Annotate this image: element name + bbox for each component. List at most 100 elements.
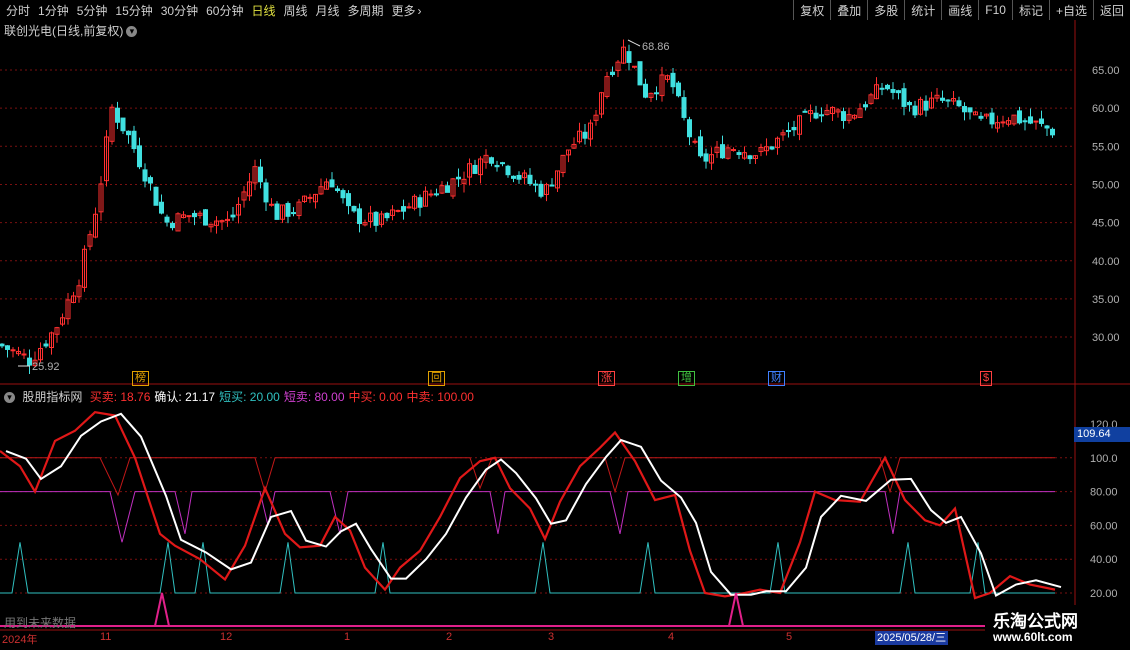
candle-body [489,157,494,164]
candle-body [962,106,967,113]
candle-body [329,179,335,188]
candle-body [120,117,126,132]
candle-body [802,110,808,113]
indicator-values: 买卖: 18.76 确认: 21.17 短买: 20.00 短卖: 80.00 中买: … [90,390,478,404]
event-marker[interactable]: 涨 [598,371,615,386]
candle-body [912,105,918,116]
price-tick-label: 45.00 [1092,218,1120,230]
candle-body [230,214,236,218]
candle-body [654,92,659,95]
candle-body [890,89,896,93]
candle-body [769,146,775,150]
watermark: 乐淘公式网 www.60lt.com [985,605,1130,650]
chevron-down-icon[interactable]: ▾ [4,392,15,404]
candle-body [137,145,142,168]
candle-body [1000,121,1006,124]
high-price-label: 68.86 [642,41,670,53]
candle-body [351,205,357,212]
candle-body [841,111,846,122]
price-tick-label: 55.00 [1092,141,1120,153]
candle-body [670,72,676,88]
indicator-tick-label: 40.00 [1090,554,1118,566]
candle-body [203,209,208,226]
time-label: 5 [786,631,793,643]
candle-body [373,211,379,226]
price-tick-label: 35.00 [1092,294,1120,306]
time-label: 2024年 [2,634,38,646]
candle-body [967,107,973,113]
event-marker[interactable]: 增 [678,371,695,386]
candle-body [626,51,632,63]
candle-body [1022,120,1028,123]
price-tick-label: 40.00 [1092,256,1120,268]
candle-body [940,97,945,101]
indicator-item: 买卖: 18.76 [89,390,151,404]
low-price-label: 25.92 [32,361,60,373]
candle-body [285,203,291,217]
candle-body [340,190,346,199]
candle-body [736,152,742,155]
indicator-item: 中卖: 100.00 [406,390,474,404]
candle-body [643,83,648,98]
candle-body [978,115,984,119]
candle-body [703,153,709,162]
candle-body [1050,128,1055,136]
indicator-tick-label: 60.00 [1090,520,1118,532]
candle-body [511,175,516,179]
indicator-name[interactable]: 股朋指标网 [22,390,82,404]
candle-body [698,136,703,157]
candle-body [1033,120,1039,123]
candle-body [989,112,995,125]
event-marker[interactable]: $ [980,371,993,386]
price-tick-label: 50.00 [1092,179,1120,191]
chevron-down-icon[interactable]: ▾ [126,26,138,38]
time-label: 1 [344,631,351,643]
candle-body [885,84,890,90]
time-label: 2 [446,631,453,643]
candle-body [879,87,885,90]
future-data-note: 用到未来数据 [4,616,77,630]
candle-body [27,357,32,366]
candle-body [896,90,901,94]
candle-body [131,130,137,150]
mid-buy-spike [154,592,170,627]
candle-body [401,206,406,212]
candle-body [1039,118,1044,124]
candle-body [115,107,120,123]
candle-body [687,119,692,138]
current-value-badge: 109.64 [1074,427,1130,442]
candle-body [901,88,907,107]
candle-body [126,130,131,136]
kline-chart[interactable]: 65.00 60.00 55.00 50.00 45.00 40.00 35.00 30.00… [0,0,1130,650]
price-tick-label: 60.00 [1092,103,1120,115]
candle-body [791,126,797,131]
candle-body [500,162,505,165]
candle-body [258,166,263,183]
candle-body [786,129,791,132]
indicator-tick-label: 80.00 [1090,487,1118,499]
time-label: 12 [220,631,233,643]
candle-body [1044,125,1050,129]
candle-body [43,343,49,347]
candle-body [159,201,164,214]
candle-body [384,212,390,219]
candle-body [637,61,643,86]
indicator-item: 中买: 0.00 [348,390,403,404]
event-marker[interactable]: 榜 [132,371,149,386]
candle-body [632,65,637,68]
candle-body [148,177,153,184]
indicator-item: 短卖: 80.00 [283,390,345,404]
time-label: 4 [668,631,675,643]
event-marker[interactable]: 回 [428,371,445,386]
time-label: 11 [100,631,112,643]
price-tick-label: 30.00 [1092,332,1120,344]
candle-body [192,212,197,218]
event-marker[interactable]: 财 [768,371,785,386]
candle-body [505,165,511,176]
candle-body [676,82,681,97]
candle-body [1017,110,1022,124]
candle-body [21,353,27,356]
candle-body [945,99,951,102]
candle-body [516,174,522,180]
short-sell-line [0,491,1055,543]
